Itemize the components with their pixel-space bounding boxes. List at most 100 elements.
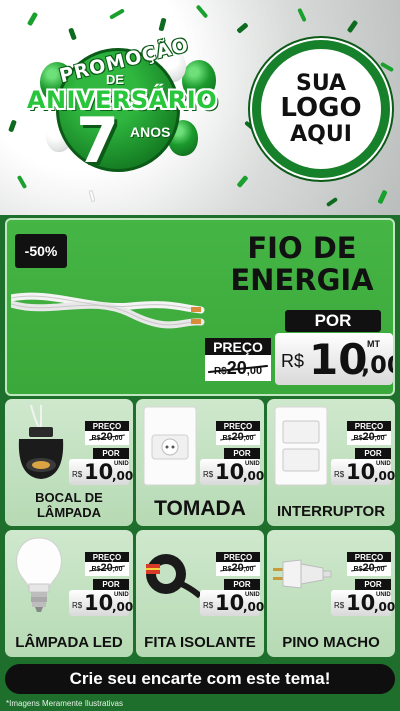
new-price-int: 10	[346, 460, 376, 484]
insulating-tape-icon	[146, 554, 202, 599]
product-name: TOMADA	[136, 497, 264, 520]
new-price-dec: ,00	[112, 469, 133, 483]
price-box: PREÇO R$20,00 POR R$ 10 UNID ,00	[69, 421, 133, 487]
confetti	[377, 189, 388, 205]
product-name-line1: LÂMPADA LED	[15, 633, 123, 651]
por-label: POR	[224, 448, 260, 459]
new-price-currency: R$	[281, 351, 305, 371]
product-name-line2: LÂMPADA	[36, 504, 102, 520]
new-price-currency: R$	[334, 601, 345, 610]
price-box: PREÇO R$20,00 POR R$ 10 UNID ,00	[69, 552, 133, 618]
new-price: R$ 10 MT ,00	[275, 333, 393, 385]
light-switch-icon	[274, 406, 328, 486]
new-price: R$ 10 UNID ,00	[69, 590, 133, 616]
new-price-int: 10	[215, 460, 245, 484]
new-price-int: 10	[309, 335, 368, 384]
new-price-dec: ,00	[243, 600, 264, 614]
lamp-socket-icon	[18, 405, 64, 479]
por-label: POR	[355, 448, 391, 459]
product-card: PREÇO R$20,00 POR R$ 10 UNID ,00 FITA IS…	[136, 530, 264, 657]
por-label: POR	[93, 448, 129, 459]
old-price: R$20,00	[216, 431, 260, 445]
por-label: POR	[355, 579, 391, 590]
confetti	[379, 61, 395, 73]
new-price: R$ 10 UNID ,00	[69, 459, 133, 485]
new-price-dec: ,00	[374, 600, 395, 614]
product-name: INTERRUPTOR	[267, 502, 395, 521]
new-price-int: 10	[215, 591, 245, 615]
product-name-line1: FITA ISOLANTE	[144, 633, 256, 651]
product-name-line1: BOCAL DE	[35, 490, 103, 506]
featured-title-line2: ENERGIA	[230, 263, 374, 298]
product-name-line1: INTERRUPTOR	[276, 502, 386, 520]
preco-label: PREÇO	[347, 421, 391, 431]
electric-wire-icon	[11, 292, 205, 329]
price-box: PREÇO R$20,00 POR R$ 10 UNID ,00	[200, 421, 264, 487]
create-flyer-button[interactable]: Crie seu encarte com este tema!	[5, 664, 395, 694]
header-banner: PROMOÇÃO DE ANIVERSÁRIO 7 ANOS SUA LOGO …	[0, 0, 400, 215]
new-price-int: 10	[346, 591, 376, 615]
outlet-icon	[143, 406, 197, 486]
confetti	[158, 17, 167, 32]
new-price: R$ 10 UNID ,00	[200, 459, 264, 485]
new-price-currency: R$	[72, 470, 83, 479]
por-label: POR	[285, 310, 381, 332]
new-price-int: 10	[84, 460, 114, 484]
preco-label: PREÇO	[85, 421, 129, 431]
old-price: R$20,00	[347, 562, 391, 576]
product-card: PREÇO R$20,00 POR R$ 10 UNID ,00 PINO MA…	[267, 530, 395, 657]
confetti	[88, 189, 96, 203]
confetti	[236, 22, 249, 34]
promo-aniversario: ANIVERSÁRIO	[26, 86, 218, 114]
featured-title-line1: FIO DE	[247, 231, 357, 265]
new-price-currency: R$	[203, 470, 214, 479]
price-unit: UNID	[114, 461, 129, 467]
logo-text-line3: AQUI	[290, 121, 352, 147]
preco-label: PREÇO	[347, 552, 391, 562]
new-price-currency: R$	[72, 601, 83, 610]
product-card: PREÇO R$20,00 POR R$ 10 UNID ,00 INTERRU…	[267, 399, 395, 526]
confetti	[297, 7, 307, 23]
logo-text-line1: SUA	[295, 71, 347, 97]
featured-product: -50% FIO DE ENERGIA POR PREÇO R$ 20 ,00 …	[5, 218, 395, 396]
disclaimer-text: *Imagens Meramente Ilustrativas	[6, 699, 123, 708]
new-price-currency: R$	[203, 601, 214, 610]
confetti	[109, 8, 125, 20]
preco-label: PREÇO	[216, 421, 260, 431]
logo-placeholder: SUA LOGO AQUI	[252, 40, 390, 178]
confetti	[236, 174, 249, 189]
discount-badge: -50%	[15, 234, 67, 268]
featured-title: FIO DE ENERGIA	[217, 232, 387, 297]
product-card: PREÇO R$20,00 POR R$ 10 UNID ,00 BOCAL D…	[5, 399, 133, 526]
confetti	[195, 4, 209, 19]
new-price: R$ 10 UNID ,00	[200, 590, 264, 616]
price-unit: UNID	[114, 592, 129, 598]
price-unit: UNID	[245, 461, 260, 467]
confetti	[68, 27, 77, 41]
confetti	[325, 196, 339, 208]
new-price-dec: ,00	[112, 600, 133, 614]
price-unit: MT	[367, 339, 380, 349]
old-price: R$20,00	[216, 562, 260, 576]
anniversary-promo-badge: PROMOÇÃO DE ANIVERSÁRIO 7 ANOS	[6, 34, 238, 190]
new-price-dec: ,00	[361, 351, 393, 379]
new-price-dec: ,00	[243, 469, 264, 483]
product-name: LÂMPADA LED	[5, 633, 133, 652]
por-label: POR	[93, 579, 129, 590]
product-name-line1: PINO MACHO	[282, 633, 380, 651]
confetti	[346, 19, 359, 34]
price-unit: UNID	[245, 592, 260, 598]
preco-label: PREÇO	[216, 552, 260, 562]
new-price-dec: ,00	[374, 469, 395, 483]
price-unit: UNID	[376, 592, 391, 598]
led-bulb-icon	[16, 537, 62, 612]
price-box: PREÇO R$20,00 POR R$ 10 UNID ,00	[331, 552, 395, 618]
old-price: R$20,00	[347, 431, 391, 445]
logo-text-line2: LOGO	[280, 93, 362, 124]
new-price-currency: R$	[334, 470, 345, 479]
new-price: R$ 10 UNID ,00	[331, 459, 395, 485]
plug-icon	[273, 559, 332, 589]
confetti	[26, 11, 39, 27]
product-card: PREÇO R$20,00 POR R$ 10 UNID ,00 TOMADA	[136, 399, 264, 526]
product-name-line1: TOMADA	[154, 496, 246, 520]
